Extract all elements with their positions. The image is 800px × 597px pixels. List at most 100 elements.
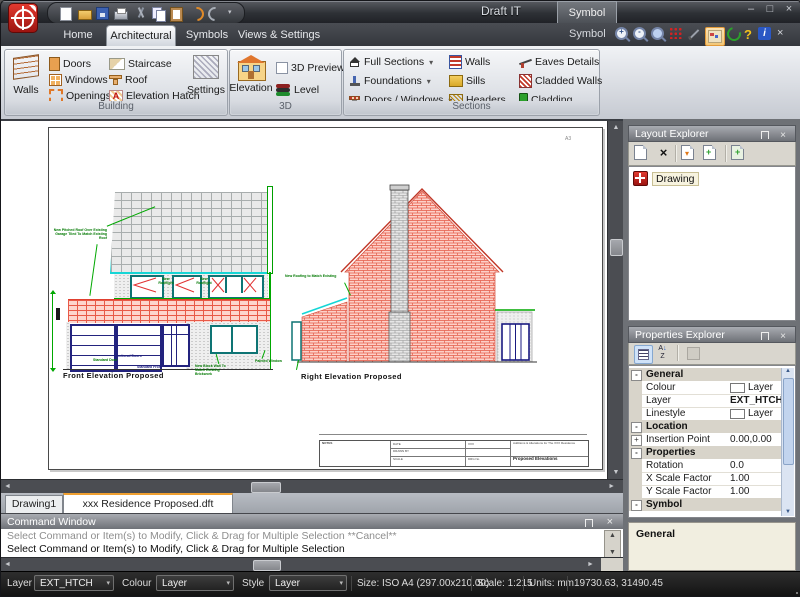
- save-icon[interactable]: [96, 7, 110, 20]
- colour-swatch[interactable]: [730, 383, 745, 393]
- zoom-out-icon[interactable]: -: [633, 27, 649, 43]
- elevation-button[interactable]: Elevation: [232, 53, 270, 94]
- tab-views-settings[interactable]: Views & Settings: [237, 25, 321, 46]
- scroll-left-icon[interactable]: ◄: [4, 561, 11, 568]
- command-horizontal-scrollbar[interactable]: ◄ ►: [1, 557, 623, 572]
- maximize-button[interactable]: □: [762, 3, 778, 17]
- layout-item-drawing[interactable]: Drawing: [633, 171, 699, 186]
- sort-az-icon[interactable]: A↓Z: [654, 345, 671, 362]
- tab-architectural[interactable]: Architectural: [106, 25, 176, 47]
- vertical-scroll-thumb[interactable]: [610, 239, 623, 256]
- canvas-horizontal-scrollbar[interactable]: ◄ ►: [1, 479, 623, 494]
- scroll-up-icon[interactable]: ▲: [605, 532, 620, 539]
- status-colour-dropdown[interactable]: Layer▾: [156, 575, 234, 591]
- scrollbar-corner: [601, 558, 623, 572]
- open-folder-icon[interactable]: [78, 7, 92, 20]
- eaves-details-button[interactable]: Eaves Details: [519, 55, 599, 69]
- category-symbol[interactable]: -Symbol: [629, 498, 783, 511]
- elevation-icon: [237, 55, 265, 79]
- sections-walls-button[interactable]: Walls: [449, 55, 490, 69]
- minimize-button[interactable]: –: [743, 3, 759, 17]
- property-row-linestyle[interactable]: LinestyleLayer: [629, 407, 783, 421]
- scroll-right-icon[interactable]: ►: [587, 561, 594, 568]
- scroll-up-icon[interactable]: ▲: [782, 368, 794, 374]
- status-style-dropdown[interactable]: Layer▾: [269, 575, 347, 591]
- horizontal-scroll-thumb[interactable]: [251, 482, 281, 493]
- print-icon[interactable]: [114, 7, 128, 20]
- delete-layout-icon[interactable]: ×: [655, 145, 672, 162]
- draw-line-icon[interactable]: [687, 27, 703, 43]
- title-block-date: DATE: [393, 443, 401, 447]
- doors-button[interactable]: Doors: [49, 57, 91, 71]
- level-button[interactable]: Level: [276, 83, 319, 97]
- refresh-layout-icon[interactable]: +: [703, 145, 720, 162]
- refresh-icon[interactable]: [727, 27, 743, 43]
- zoom-in-icon[interactable]: +: [615, 27, 631, 43]
- command-close-icon[interactable]: ×: [607, 514, 613, 530]
- scroll-right-icon[interactable]: ►: [608, 483, 615, 490]
- cut-icon[interactable]: [134, 7, 148, 20]
- doc-tab-drawing1[interactable]: Drawing1: [5, 495, 63, 514]
- property-row-layer[interactable]: LayerEXT_HTCH: [629, 394, 783, 408]
- property-row-y-scale[interactable]: Y Scale Factor1.00: [629, 485, 783, 499]
- tab-symbols[interactable]: Symbols: [179, 25, 235, 46]
- category-location[interactable]: -Location: [629, 420, 783, 433]
- property-row-colour[interactable]: ColourLayer: [629, 381, 783, 395]
- close-button[interactable]: ×: [781, 3, 797, 17]
- import-layout-icon[interactable]: ▾: [681, 145, 698, 162]
- paste-icon[interactable]: [170, 7, 184, 20]
- scroll-down-icon[interactable]: ▼: [782, 509, 794, 515]
- resize-grip[interactable]: [796, 592, 798, 594]
- panel-close-icon[interactable]: ×: [777, 27, 793, 43]
- property-row-rotation[interactable]: Rotation0.0: [629, 459, 783, 473]
- categorized-view-icon[interactable]: [634, 345, 653, 364]
- linestyle-swatch[interactable]: [730, 409, 745, 419]
- copy-icon[interactable]: [152, 7, 166, 20]
- command-vertical-scrollbar[interactable]: ▲ ▼: [604, 530, 621, 558]
- properties-scroll-thumb[interactable]: [783, 378, 794, 465]
- layout-explorer-body[interactable]: Drawing: [628, 166, 796, 321]
- 3d-preview-checkbox[interactable]: 3D Preview: [276, 61, 345, 75]
- property-row-x-scale[interactable]: X Scale Factor1.00: [629, 472, 783, 486]
- sills-button[interactable]: Sills: [449, 74, 485, 88]
- qat-overflow-icon[interactable]: ▾: [228, 8, 232, 16]
- walls-button[interactable]: Walls: [7, 53, 45, 96]
- drawing-canvas[interactable]: Front Elevation Proposed Right Elevation…: [1, 121, 607, 479]
- new-layout-icon[interactable]: [634, 145, 651, 162]
- scroll-down-icon[interactable]: ▼: [605, 549, 620, 556]
- doc-tab-residence[interactable]: xxx Residence Proposed.dft: [63, 493, 233, 515]
- zoom-extents-icon[interactable]: [651, 27, 667, 43]
- settings-button[interactable]: Settings: [187, 53, 225, 96]
- command-scroll-thumb[interactable]: [253, 560, 281, 571]
- undo-icon[interactable]: [190, 7, 204, 20]
- windows-button[interactable]: Windows: [49, 73, 108, 87]
- command-window-body[interactable]: Select Command or Item(s) to Modify, Cli…: [1, 529, 623, 558]
- redo-icon[interactable]: [208, 7, 222, 20]
- contextual-tab-symbol[interactable]: Symbol: [557, 1, 617, 24]
- pin-icon[interactable]: [761, 332, 769, 340]
- property-row-insertion-point[interactable]: +Insertion Point0.00,0.00: [629, 433, 783, 447]
- status-layer-dropdown[interactable]: EXT_HTCH▾: [34, 575, 114, 591]
- category-general[interactable]: -General: [629, 368, 783, 381]
- scroll-down-icon[interactable]: ▼: [608, 469, 624, 476]
- full-sections-button[interactable]: Full Sections▾: [349, 55, 433, 69]
- app-logo-icon[interactable]: [8, 3, 38, 33]
- scroll-left-icon[interactable]: ◄: [4, 483, 11, 490]
- sketch-mode-icon-active[interactable]: [705, 27, 725, 46]
- info-icon[interactable]: i: [758, 27, 771, 40]
- snap-grid-icon[interactable]: [669, 27, 685, 43]
- foundations-button[interactable]: Foundations▾: [349, 74, 431, 88]
- canvas-vertical-scrollbar[interactable]: ▲ ▼: [607, 121, 624, 479]
- pin-icon[interactable]: [585, 519, 593, 527]
- scroll-up-icon[interactable]: ▲: [608, 124, 624, 131]
- paste-layout-icon[interactable]: +: [731, 145, 748, 162]
- staircase-button[interactable]: Staircase: [109, 57, 172, 71]
- properties-toolbar: A↓Z: [628, 343, 796, 365]
- roof-button[interactable]: Roof: [109, 73, 147, 87]
- properties-scrollbar[interactable]: ▲ ▼: [781, 368, 794, 516]
- new-file-icon[interactable]: [60, 7, 74, 20]
- category-properties[interactable]: -Properties: [629, 446, 783, 459]
- tab-home[interactable]: Home: [51, 25, 105, 46]
- cladded-walls-button[interactable]: Cladded Walls: [519, 74, 602, 88]
- pin-icon[interactable]: [761, 131, 769, 139]
